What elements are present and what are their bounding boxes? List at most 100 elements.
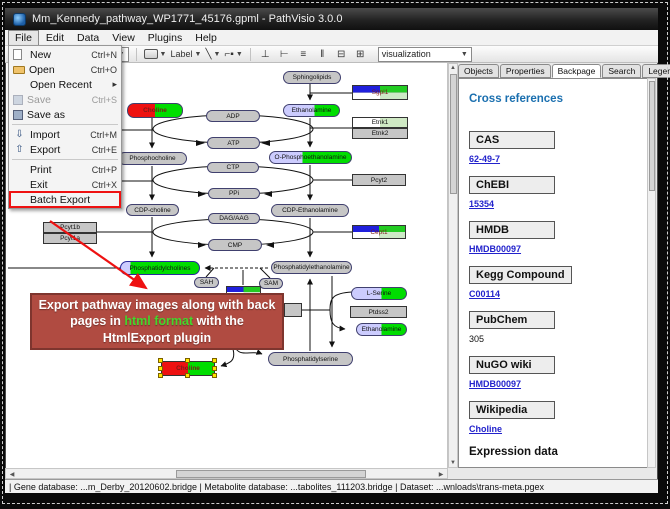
menu-help[interactable]: Help [189,31,223,45]
file-menu-item-save-as[interactable]: Save as [10,107,120,122]
stack-vertical-button[interactable]: ⊟ [334,47,349,61]
pathway-node-sam[interactable]: SAM [259,278,283,289]
pathway-node-phosphatidylethanolamine[interactable]: Phosphatidylethanolamine [271,261,352,274]
pathway-node-pcyt2[interactable]: Pcyt2 [352,174,406,186]
selection-handle[interactable] [158,366,163,371]
align-middle-button[interactable]: ⊢ [277,47,292,61]
pathway-node-pcyt1a[interactable]: Pcyt1a [43,233,97,244]
pathway-node-cept1[interactable]: Cept1 [352,225,406,239]
pathway-node-o-phosphoethanolamine[interactable]: O-Phosphoethanolamine [269,151,352,164]
pathway-node-ethanolamine-top[interactable]: Ethanolamine [283,104,340,117]
pathway-node-ppi[interactable]: PPi [208,188,260,199]
tab-objects[interactable]: Objects [458,64,499,78]
tab-search[interactable]: Search [602,64,641,78]
file-menu-item-new[interactable]: NewCtrl+N [10,47,120,62]
selection-handle[interactable] [212,366,217,371]
file-menu-item-print[interactable]: PrintCtrl+P [10,162,120,177]
crossref-section-wikipedia: WikipediaCholine [469,401,645,434]
selection-handle[interactable] [158,373,163,378]
visualization-combobox[interactable]: visualization ▼ [378,47,472,62]
scroll-down-icon[interactable]: ▼ [449,460,457,466]
crossref-link[interactable]: C00114 [469,289,645,299]
stack-horizontal-icon: ⊞ [356,49,364,60]
scrollbar-thumb[interactable] [176,470,366,478]
scrollbar-thumb[interactable] [450,74,457,194]
menu-edit[interactable]: Edit [40,31,70,45]
pathway-node-etnk1[interactable]: Etnk1 [352,117,408,128]
menu-item-label: Export [30,144,87,156]
file-menu-item-open-recent[interactable]: Open Recent▸ [10,77,120,92]
pathway-node-ctp[interactable]: CTP [207,162,259,173]
file-menu-item-open[interactable]: OpenCtrl+O [10,62,120,77]
scrollbar-thumb[interactable] [649,81,655,191]
label-tool-button[interactable]: Label ▼ [170,47,201,61]
tab-backpage[interactable]: Backpage [552,64,602,78]
pathway-node-phosphatidylserine[interactable]: Phosphatidylserine [268,352,353,366]
pathway-node-atp[interactable]: ATP [207,137,260,149]
distribute-rows-icon: ≡ [300,49,306,60]
crossref-link[interactable]: 62-49-7 [469,154,645,164]
pathway-node-phosphocholine[interactable]: Phosphocholine [118,152,187,165]
selection-handle[interactable] [212,373,217,378]
selection-handle[interactable] [185,373,190,378]
annotation-highlight: html format [124,314,193,328]
pathway-node-l-serine[interactable]: L-Serine [351,287,407,300]
pathway-node-ethanolamine-bottom[interactable]: Ethanolamine [356,323,407,336]
chevron-down-icon: ▼ [213,51,220,58]
crossref-link[interactable]: 15354 [469,199,645,209]
title-bar: Mm_Kennedy_pathway_WP1771_45176.gpml - P… [5,8,658,30]
menu-plugins[interactable]: Plugins [142,31,188,45]
scroll-left-icon[interactable]: ◀ [8,471,16,478]
label-tool-text: Label [170,49,192,59]
selection-handle[interactable] [212,358,217,363]
line-tool-button[interactable]: ╲ ▼ [205,47,220,61]
connector-tool-button[interactable]: ⌐▪ ▼ [224,47,242,61]
tab-legend[interactable]: Legend [642,64,670,78]
crossref-link[interactable]: HMDB00097 [469,379,645,389]
pathway-node-cmp[interactable]: CMP [208,239,262,251]
pathway-node-pcyt1b[interactable]: Pcyt1b [43,222,97,233]
pathway-node-sphingolipids[interactable]: Sphingolipids [283,71,341,84]
pathway-node-pisd[interactable] [284,303,302,317]
distribute-columns-button[interactable]: ‖ [315,47,330,61]
pathway-node-phosphatidylcholines[interactable]: Phosphatidylcholines [120,261,200,275]
menu-view[interactable]: View [106,31,141,45]
scroll-up-icon[interactable]: ▲ [449,65,457,71]
panel-vertical-scrollbar[interactable] [647,78,656,468]
visualization-value: visualization [382,49,431,59]
crossref-link[interactable]: HMDB00097 [469,244,645,254]
distribute-rows-button[interactable]: ≡ [296,47,311,61]
status-text: | Gene database: ...m_Derby_20120602.bri… [9,482,544,492]
gene-node-tool-button[interactable]: ▼ [144,47,167,61]
crossref-section-pubchem: PubChem305 [469,311,645,344]
pathway-node-sah[interactable]: SAH [194,277,219,288]
selection-handle[interactable] [185,358,190,363]
tab-properties[interactable]: Properties [500,64,551,78]
new-icon [13,49,22,60]
menu-data[interactable]: Data [71,31,105,45]
pathway-node-dag-aag[interactable]: DAG/AAG [208,213,260,224]
file-menu-item-import[interactable]: ImportCtrl+M [10,127,120,142]
pathway-node-ptdss2[interactable]: Ptdss2 [350,306,407,318]
menu-file[interactable]: File [8,30,39,46]
file-menu-item-exit[interactable]: ExitCtrl+X [10,177,120,192]
canvas-vertical-scrollbar[interactable]: ▲ ▼ [448,63,458,468]
stack-vertical-icon: ⊟ [337,49,345,60]
align-center-button[interactable]: ⊥ [258,47,273,61]
file-menu-item-batch-export[interactable]: Batch Export [10,192,120,207]
side-panel-tabs: ObjectsPropertiesBackpageSearchLegend [458,64,656,78]
selection-handle[interactable] [158,358,163,363]
pathway-node-cdp-ethanolamine[interactable]: CDP-Ethanolamine [271,204,349,217]
pathway-node-choline-top[interactable]: Choline [127,103,183,118]
scroll-right-icon[interactable]: ▶ [437,471,445,478]
stack-horizontal-button[interactable]: ⊞ [353,47,368,61]
file-menu-item-export[interactable]: ExportCtrl+E [10,142,120,157]
pathway-node-adp[interactable]: ADP [206,110,260,122]
pathway-node-cdp-choline[interactable]: CDP-choline [126,204,179,216]
crossref-link[interactable]: Choline [469,424,645,434]
canvas-horizontal-scrollbar[interactable]: ◀ ▶ [5,468,448,479]
pathway-node-etnk2[interactable]: Etnk2 [352,128,408,139]
file-menu-item-save[interactable]: SaveCtrl+S [10,92,120,107]
pathway-node-sgpl1[interactable]: Sgpl1 [352,85,408,100]
align-center-icon: ⊥ [261,49,270,60]
